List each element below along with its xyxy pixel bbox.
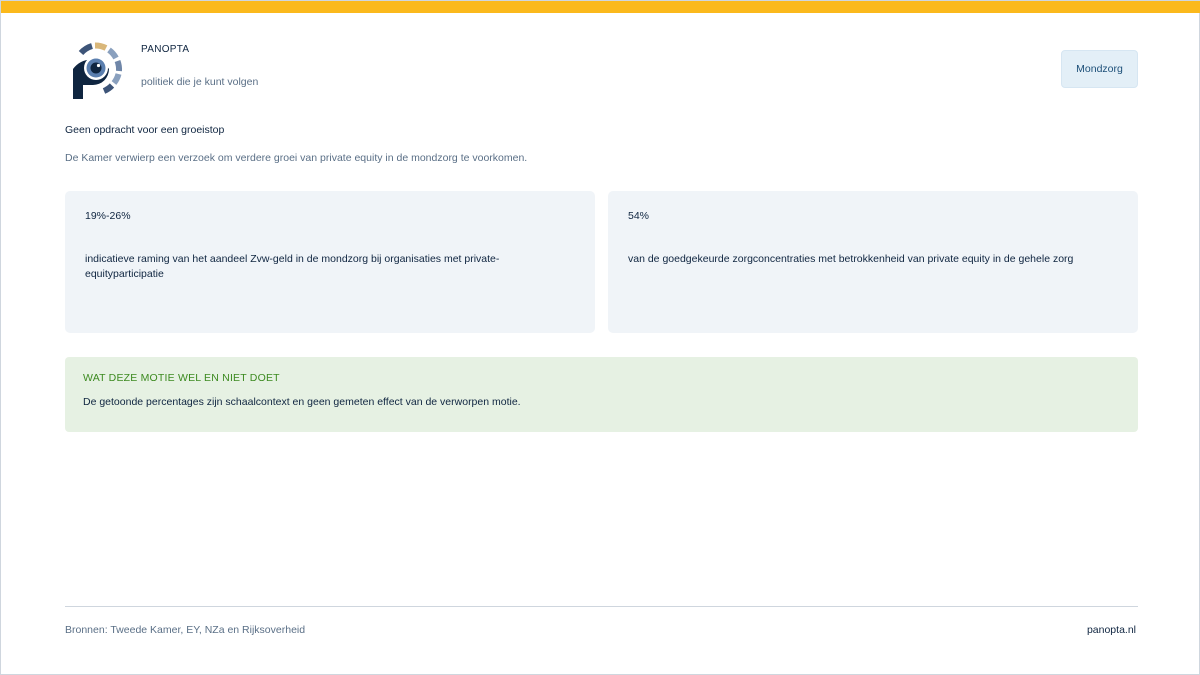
- brand-tagline: politiek die je kunt volgen: [141, 76, 259, 88]
- footer-site-link[interactable]: panopta.nl: [1087, 624, 1136, 636]
- accent-bar: [1, 1, 1200, 13]
- note-text: De getoonde percentages zijn schaalconte…: [83, 396, 521, 408]
- stat-description: indicatieve raming van het aandeel Zvw-g…: [85, 253, 500, 280]
- note-heading: WAT DEZE MOTIE WEL EN NIET DOET: [83, 372, 280, 384]
- topic-tag[interactable]: Mondzorg: [1061, 50, 1138, 88]
- stat-value: 19%-26%: [85, 210, 131, 222]
- brand-name: PANOPTA: [141, 44, 190, 55]
- page-title: Geen opdracht voor een groeistop: [65, 124, 225, 136]
- page-subtitle: De Kamer verwierp een verzoek om verdere…: [65, 152, 528, 164]
- card-frame: PANOPTA politiek die je kunt volgen Mond…: [0, 0, 1200, 675]
- stat-value: 54%: [628, 210, 650, 222]
- stat-description: van de goedgekeurde zorgconcentraties me…: [628, 253, 1074, 265]
- stat-card-zvw-share: 19%-26% indicatieve raming van het aande…: [65, 191, 595, 333]
- stat-card-concentrations: 54% van de goedgekeurde zorgconcentratie…: [608, 191, 1138, 333]
- footer-divider: [65, 606, 1138, 607]
- footer-sources: Bronnen: Tweede Kamer, EY, NZa en Rijkso…: [65, 624, 306, 636]
- motion-note-box: WAT DEZE MOTIE WEL EN NIET DOET De getoo…: [65, 357, 1138, 432]
- panopta-eye-logo-icon: [65, 39, 125, 103]
